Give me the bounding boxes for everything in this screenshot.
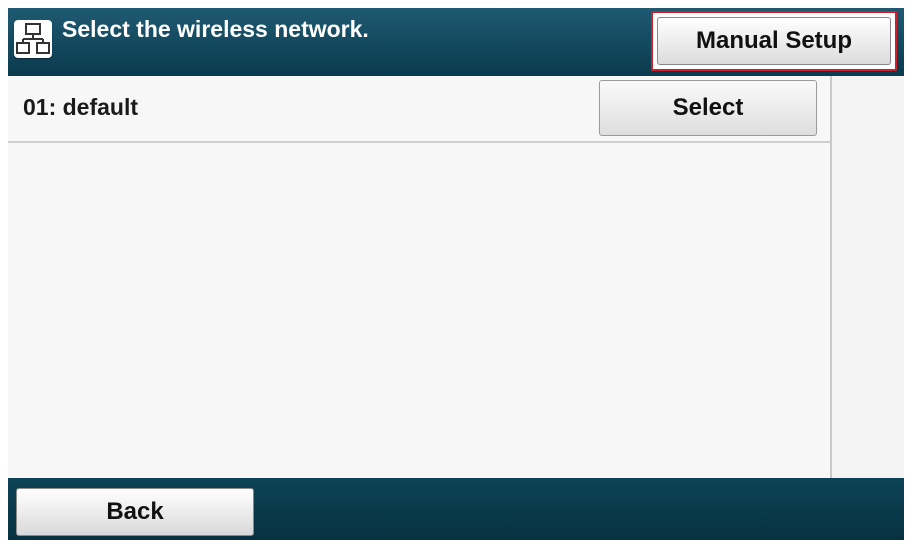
network-list: 01: default Select [8,76,830,478]
footer-bar: Back [8,478,904,540]
list-item: 01: default Select [8,76,830,143]
printer-panel-screen: Select the wireless network. Manual Setu… [8,8,904,540]
header-bar: Select the wireless network. Manual Setu… [8,8,904,76]
select-button[interactable]: Select [599,80,817,136]
manual-setup-highlight: Manual Setup [651,11,897,71]
page-title: Select the wireless network. [62,16,369,42]
manual-setup-button[interactable]: Manual Setup [657,17,891,65]
network-icon [14,20,52,58]
back-button[interactable]: Back [16,488,254,536]
network-name: 01: default [23,94,139,120]
scroll-panel [832,76,904,478]
